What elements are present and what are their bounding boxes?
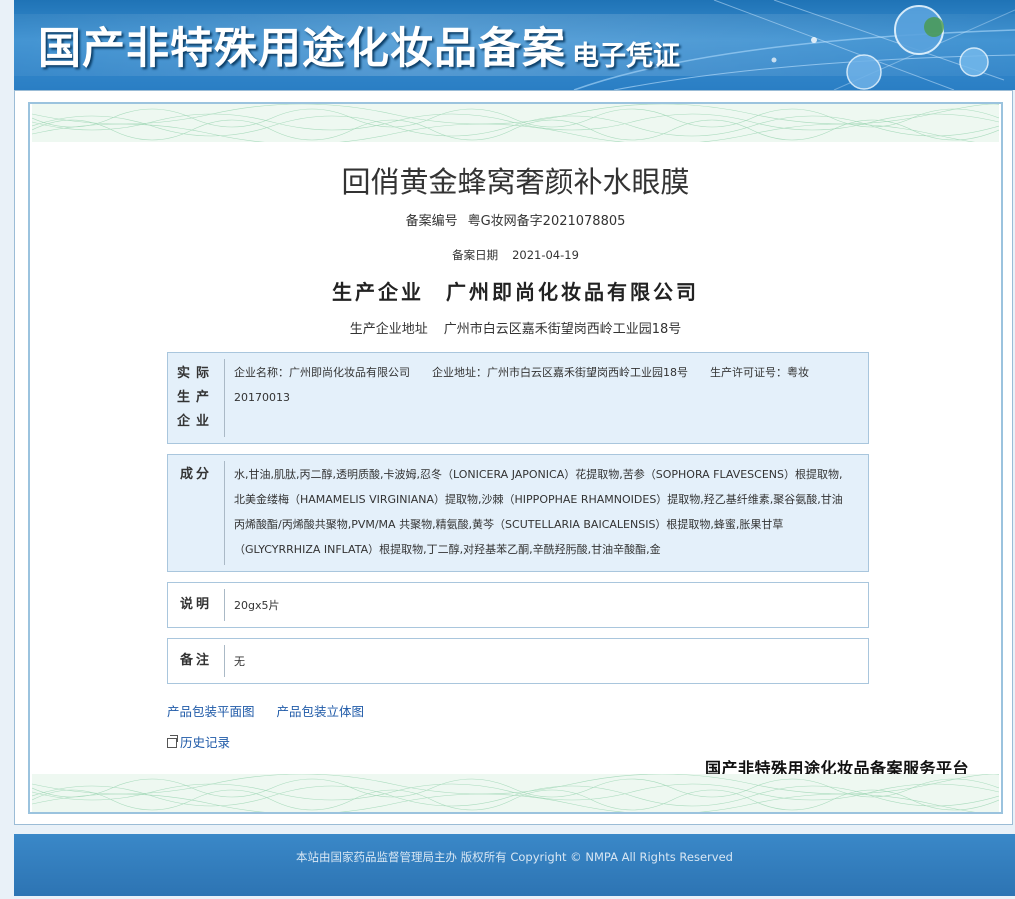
producer-line: 生产企业 广州即尚化妆品有限公司 <box>30 276 1001 305</box>
producer-address-line: 生产企业地址 广州市白云区嘉禾街望岗西岭工业园18号 <box>30 318 1001 337</box>
description-box: 说明 20gx5片 <box>167 582 869 628</box>
flat-package-image-link[interactable]: 产品包装平面图 <box>167 704 255 719</box>
enterprise-name-item: 企业名称：广州即尚化妆品有限公司 <box>234 366 410 379</box>
producer-address-label: 生产企业地址 <box>349 322 428 337</box>
package-image-links: 产品包装平面图 产品包装立体图 <box>167 701 386 720</box>
history-link-label: 历史记录 <box>180 735 231 750</box>
description-label: 说明 <box>168 589 225 621</box>
guilloche-top <box>32 104 999 142</box>
record-number-line: 备案编号 粤G妆网备字2021078805 <box>30 210 1001 229</box>
record-date-line: 备案日期 2021-04-19 <box>30 247 1001 263</box>
header-banner: 国产非特殊用途化妆品备案 电子凭证 <box>14 0 1015 90</box>
3d-package-image-link[interactable]: 产品包装立体图 <box>277 704 365 719</box>
remark-value: 无 <box>234 655 245 668</box>
enterprise-address-item: 企业地址：广州市白云区嘉禾街望岗西岭工业园18号 <box>432 366 688 379</box>
producer-address: 广州市白云区嘉禾街望岗西岭工业园18号 <box>443 322 682 337</box>
description-value: 20gx5片 <box>234 599 280 612</box>
footer: 本站由国家药品监督管理局主办 版权所有 Copyright © NMPA All… <box>14 834 1015 896</box>
actual-producer-label: 实际生产企业 <box>168 359 225 437</box>
remark-label: 备注 <box>168 645 225 677</box>
record-date-label: 备案日期 <box>452 248 499 262</box>
popup-window-icon <box>167 735 178 748</box>
main-panel: 回俏黄金蜂窝奢颜补水眼膜 备案编号 粤G妆网备字2021078805 备案日期 20… <box>14 90 1013 825</box>
actual-producer-box: 实际生产企业 企业名称：广州即尚化妆品有限公司 企业地址：广州市白云区嘉禾街望岗西… <box>167 352 869 444</box>
copyright-text: 本站由国家药品监督管理局主办 版权所有 Copyright © NMPA All… <box>296 850 733 864</box>
ingredients-value: 水,甘油,肌肽,丙二醇,透明质酸,卡波姆,忍冬（LONICERA JAPONIC… <box>234 468 843 556</box>
guilloche-bottom <box>32 774 999 812</box>
product-name: 回俏黄金蜂窝奢颜补水眼膜 <box>341 165 690 199</box>
banner-title: 国产非特殊用途化妆品备案 <box>38 24 566 74</box>
actual-producer-value: 企业名称：广州即尚化妆品有限公司 企业地址：广州市白云区嘉禾街望岗西岭工业园18号… <box>234 360 850 410</box>
remark-box: 备注 无 <box>167 638 869 684</box>
producer-name: 广州即尚化妆品有限公司 <box>446 280 699 304</box>
certificate-frame: 回俏黄金蜂窝奢颜补水眼膜 备案编号 粤G妆网备字2021078805 备案日期 20… <box>28 102 1003 814</box>
history-link[interactable]: 历史记录 <box>167 732 230 751</box>
ingredients-label: 成分 <box>168 461 225 565</box>
record-number-label: 备案编号 <box>405 214 458 229</box>
record-number: 粤G妆网备字2021078805 <box>467 214 626 229</box>
banner-subtitle: 电子凭证 <box>572 41 680 72</box>
record-date: 2021-04-19 <box>512 248 579 262</box>
producer-label: 生产企业 <box>332 280 424 304</box>
ingredients-box: 成分 水,甘油,肌肽,丙二醇,透明质酸,卡波姆,忍冬（LONICERA JAPO… <box>167 454 869 572</box>
